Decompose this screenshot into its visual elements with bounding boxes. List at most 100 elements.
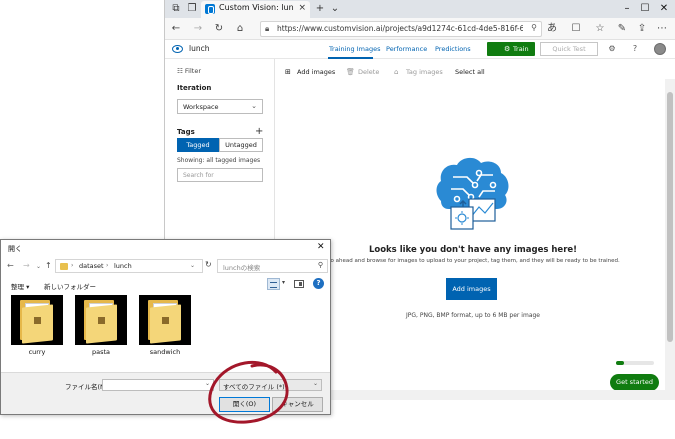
path-dropdown-icon[interactable]: ⌄	[190, 262, 195, 269]
add-tag-icon[interactable]: +	[255, 126, 263, 137]
dialog-close-icon[interactable]: ✕	[317, 242, 325, 252]
project-name[interactable]: lunch	[189, 44, 209, 53]
tab-list-icon[interactable]: ❐	[185, 2, 199, 16]
search-icon: ⚲	[317, 261, 323, 269]
folder-icon	[150, 304, 181, 344]
empty-state-title: Looks like you don't have any images her…	[368, 245, 578, 255]
untagged-toggle[interactable]: Untagged	[219, 138, 263, 152]
supported-formats-text: JPG, PNG, BMP format, up to 6 MB per ima…	[405, 312, 540, 319]
dialog-footer: ファイル名(N): ⌄ すべてのファイル (*) ⌄ 開く(O) キャンセル	[1, 372, 330, 414]
dialog-title: 開く	[8, 245, 22, 253]
quick-test-button[interactable]: Quick Test	[540, 42, 598, 56]
chevron-down-icon: ⌄	[312, 380, 318, 387]
tab-performance[interactable]: Performance	[386, 45, 427, 53]
dialog-path-bar[interactable]: › dataset › lunch ⌄	[55, 259, 203, 273]
tab-training-images[interactable]: Training Images	[329, 45, 380, 53]
path-separator-icon: ›	[71, 262, 74, 269]
tab-close-icon[interactable]: ×	[298, 3, 306, 13]
dialog-back-icon[interactable]: ←	[7, 261, 14, 270]
recent-chevron-icon[interactable]: ⌄	[36, 263, 41, 270]
progress-fill	[616, 361, 625, 365]
path-segment-dataset[interactable]: dataset	[79, 262, 104, 270]
url-text: https://www.customvision.ai/projects/a9d…	[277, 24, 523, 33]
tab-predictions[interactable]: Predictions	[435, 45, 471, 53]
filename-dropdown-icon[interactable]: ⌄	[205, 380, 210, 387]
showing-text: Showing: all tagged images	[177, 157, 261, 164]
home-icon[interactable]: ⌂	[233, 22, 247, 36]
pen-icon[interactable]: ✎	[615, 22, 629, 36]
path-separator-icon: ›	[106, 262, 109, 269]
tag-search-input[interactable]: Search for	[177, 168, 263, 182]
dialog-forward-icon[interactable]: →	[23, 261, 30, 270]
help-icon[interactable]: ?	[629, 43, 641, 55]
iteration-select[interactable]: Workspace ⌄	[177, 99, 263, 114]
empty-state-subtitle: Go ahead and browse for images to upload…	[326, 258, 620, 264]
favorite-star-icon[interactable]: ☆	[593, 22, 607, 36]
add-images-icon: ⊞	[285, 68, 291, 76]
cancel-button[interactable]: キャンセル	[272, 397, 323, 412]
dialog-help-icon[interactable]: ?	[313, 278, 324, 289]
forward-icon[interactable]: →	[191, 22, 205, 36]
lock-icon: 🔒︎	[265, 24, 270, 33]
reading-view-icon[interactable]: ☐	[569, 22, 583, 36]
filter-button[interactable]: ☷ Filter	[177, 67, 201, 75]
folder-label: curry	[28, 348, 46, 356]
folder-thumbnail	[11, 295, 63, 345]
path-segment-lunch[interactable]: lunch	[114, 262, 132, 270]
tagged-toggle[interactable]: Tagged	[177, 138, 219, 152]
filetype-select[interactable]: すべてのファイル (*) ⌄	[219, 379, 322, 391]
back-icon[interactable]: ←	[169, 22, 183, 36]
folder-item-sandwich[interactable]: sandwich	[139, 295, 191, 357]
folder-item-curry[interactable]: curry	[11, 295, 63, 357]
tags-heading: Tags	[177, 128, 195, 136]
train-label: Train	[513, 45, 529, 53]
avatar[interactable]	[654, 43, 666, 55]
open-button[interactable]: 開く(O)	[219, 397, 270, 412]
new-folder-button[interactable]: 新しいフォルダー	[44, 281, 96, 291]
open-file-dialog: 開く ✕ ← → ⌄ ↑ › dataset › lunch ⌄ ↻ lunch…	[0, 239, 331, 415]
tab-bar: ⧉ ❐ Custom Vision: lunch - × + ⌄ – ☐ ✕	[165, 0, 675, 18]
iteration-heading: Iteration	[177, 84, 212, 92]
window-close-icon[interactable]: ✕	[649, 0, 675, 18]
active-tab-underline	[328, 57, 373, 59]
refresh-icon[interactable]: ↻	[212, 22, 226, 36]
folder-icon	[60, 263, 68, 270]
settings-gear-icon[interactable]: ⚙	[606, 43, 618, 55]
delete-toolbar-button[interactable]: 🗑︎ Delete	[346, 68, 379, 76]
dialog-up-icon[interactable]: ↑	[45, 261, 52, 270]
horizontal-scrollbar[interactable]	[330, 390, 665, 400]
tag-search-placeholder: Search for	[183, 172, 214, 179]
tab-actions-icon[interactable]: ⧉	[169, 2, 183, 16]
vertical-scroll-thumb[interactable]	[667, 92, 673, 342]
tag-icon: ⌂	[394, 68, 399, 76]
quick-test-label: Quick Test	[552, 45, 586, 53]
browser-tab[interactable]: Custom Vision: lunch - ×	[201, 1, 310, 18]
train-gear-icon: ⚙	[504, 45, 511, 53]
translate-icon[interactable]: あ	[545, 22, 559, 36]
more-icon[interactable]: ⋯	[655, 22, 669, 36]
url-field[interactable]: 🔒︎ https://www.customvision.ai/projects/…	[260, 21, 542, 37]
address-bar: ← → ↻ ⌂ 🔒︎ https://www.customvision.ai/p…	[165, 18, 675, 40]
train-button[interactable]: ⚙ Train	[487, 42, 535, 56]
select-all-button[interactable]: Select all	[455, 68, 485, 76]
ai-brain-illustration	[436, 157, 509, 230]
add-images-button[interactable]: Add images	[446, 278, 497, 300]
dialog-refresh-icon[interactable]: ↻	[205, 260, 212, 269]
folder-thumbnail	[75, 295, 127, 345]
get-started-button[interactable]: Get started	[610, 374, 659, 391]
url-search-icon[interactable]: ⚲	[531, 23, 537, 32]
add-images-toolbar-button[interactable]: ⊞ Add images	[285, 68, 335, 76]
dialog-search-input[interactable]: lunchの検索 ⚲	[217, 259, 328, 273]
view-mode-icon[interactable]	[267, 278, 280, 290]
new-tab-icon[interactable]: +	[313, 2, 327, 16]
folder-item-pasta[interactable]: pasta	[75, 295, 127, 357]
view-chevron-icon[interactable]: ▾	[282, 279, 285, 286]
filename-input[interactable]: ⌄	[102, 379, 214, 391]
share-icon[interactable]: ⇪	[635, 22, 649, 36]
organize-button[interactable]: 整理 ▾	[11, 281, 29, 291]
tag-images-toolbar-button[interactable]: ⌂ Tag images	[394, 68, 443, 76]
iteration-value: Workspace	[183, 103, 219, 111]
preview-pane-icon[interactable]	[294, 280, 304, 288]
trash-icon: 🗑︎	[346, 68, 355, 76]
tab-dropdown-icon[interactable]: ⌄	[328, 2, 342, 16]
